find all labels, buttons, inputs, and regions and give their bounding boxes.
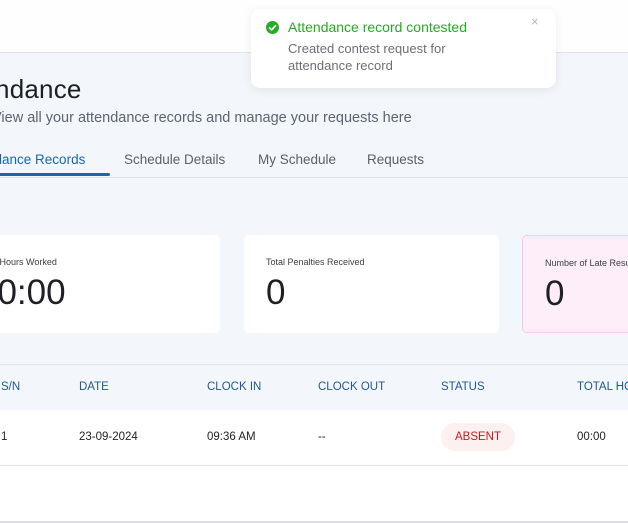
cell-clock-out: -- (318, 431, 326, 443)
cell-total-hours: 00:00 (577, 431, 606, 443)
card-label: Number of Late Resumptions (545, 258, 628, 268)
column-header-clock-in[interactable]: CLOCK IN (207, 381, 261, 393)
tab-attendance-records[interactable]: Attendance Records (0, 152, 85, 167)
table-footer (0, 466, 628, 523)
card-value: 00:00 (0, 273, 66, 312)
column-header-date[interactable]: DATE (79, 381, 109, 393)
close-icon[interactable]: × (531, 14, 539, 29)
table-row[interactable]: 1 23-09-2024 09:36 AM -- ABSENT 00:00 (0, 410, 628, 466)
tab-my-schedule[interactable]: My Schedule (258, 152, 336, 167)
toast-message: Created contest request for attendance r… (288, 41, 446, 73)
cell-sn: 1 (1, 431, 8, 443)
column-header-clock-out[interactable]: CLOCK OUT (318, 381, 385, 393)
column-header-status[interactable]: STATUS (441, 381, 485, 393)
check-circle-icon (266, 21, 279, 34)
page-subtitle: View all your attendance records and man… (0, 110, 412, 126)
tab-bar: Attendance Records Schedule Details My S… (0, 150, 628, 178)
cell-date: 23-09-2024 (79, 431, 138, 443)
column-header-sn[interactable]: S/N (1, 381, 20, 393)
card-value: 0 (545, 274, 565, 313)
tab-schedule-details[interactable]: Schedule Details (124, 152, 225, 167)
status-badge: ABSENT (441, 423, 515, 451)
card-total-hours-worked: Total Hours Worked 00:00 (0, 235, 220, 333)
column-header-total-hours[interactable]: TOTAL HOURS (577, 381, 628, 393)
active-tab-indicator (0, 173, 110, 176)
card-label: Total Penalties Received (266, 257, 365, 267)
page-title: Attendance (0, 74, 82, 104)
toast-notification: Attendance record contested Created cont… (251, 9, 556, 88)
cell-clock-in: 09:36 AM (207, 431, 256, 443)
toast-title: Attendance record contested (288, 19, 468, 35)
card-value: 0 (266, 273, 286, 312)
card-label: Total Hours Worked (0, 257, 57, 267)
card-total-penalties: Total Penalties Received 0 (244, 235, 499, 333)
table-header: S/N DATE CLOCK IN CLOCK OUT STATUS TOTAL… (0, 364, 628, 411)
card-late-resumptions: Number of Late Resumptions 0 (522, 235, 628, 333)
tab-requests[interactable]: Requests (367, 152, 424, 167)
